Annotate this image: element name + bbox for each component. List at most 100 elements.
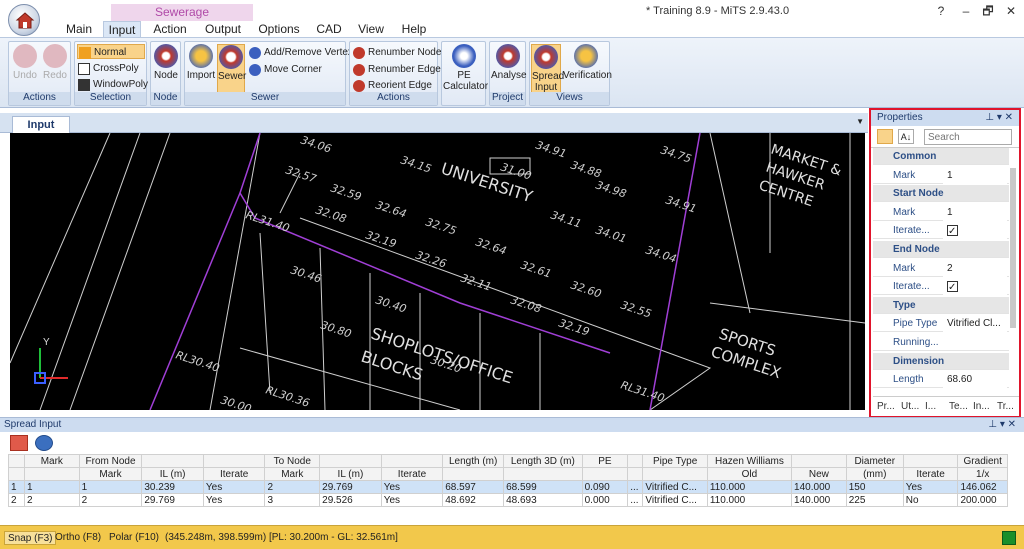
table-cell[interactable]: 1	[23, 480, 80, 494]
tab-input[interactable]: Input	[103, 21, 141, 38]
property-category[interactable]: Start Node	[873, 185, 1009, 203]
table-cell[interactable]: Yes	[380, 493, 444, 507]
tab-help[interactable]: Help	[396, 21, 432, 38]
node-button[interactable]: Node	[152, 44, 180, 81]
table-cell[interactable]: Yes	[380, 480, 444, 494]
cad-canvas[interactable]: 34.06 34.15 34.91 34.88 34.98 34.75 31.00 32.57…	[10, 133, 865, 410]
table-cell[interactable]: Yes	[902, 480, 959, 494]
reorient-edge-button[interactable]: Reorient Edge	[352, 78, 432, 93]
import-button[interactable]: Import	[186, 44, 216, 81]
table-cell[interactable]: 1	[8, 480, 25, 494]
table-cell[interactable]: 110.000	[706, 480, 793, 494]
property-row[interactable]: Iterate...	[873, 278, 1009, 299]
property-row[interactable]: Pipe Type Vitrified Cl...	[873, 315, 1009, 333]
tab-cad[interactable]: CAD	[312, 21, 346, 38]
properties-tab[interactable]: Te...	[949, 401, 968, 412]
restore-button[interactable]: 🗗	[977, 2, 999, 20]
property-category[interactable]: Dimension	[873, 352, 1009, 370]
table-cell[interactable]: 2	[78, 493, 143, 507]
property-row[interactable]: Mark 1	[873, 166, 1009, 184]
table-cell[interactable]: 146.062	[957, 480, 1008, 494]
checkbox-icon[interactable]	[947, 279, 958, 296]
table-cell[interactable]: 48.693	[503, 493, 583, 507]
help-button[interactable]: ?	[930, 2, 952, 20]
pin-close-icons[interactable]: ⊥ ▾ ✕	[985, 110, 1013, 126]
chevron-down-icon[interactable]: ▼	[856, 117, 864, 126]
properties-scrollbar[interactable]	[1010, 168, 1016, 328]
verification-button[interactable]: Verification	[563, 44, 612, 81]
properties-tab[interactable]: Ut...	[901, 401, 919, 412]
properties-search-input[interactable]	[924, 129, 1012, 145]
property-value[interactable]: 68.60	[943, 371, 1007, 389]
categorized-icon[interactable]	[877, 129, 893, 144]
property-category[interactable]: End Node	[873, 241, 1009, 258]
close-button[interactable]: ✕	[1000, 2, 1022, 20]
table-cell[interactable]: 225	[845, 493, 904, 507]
windowpoly-button[interactable]: WindowPoly	[77, 77, 148, 92]
table-cell[interactable]: 30.239	[141, 480, 204, 494]
properties-tab[interactable]: I...	[925, 401, 936, 412]
property-category[interactable]: Type	[873, 296, 1009, 314]
properties-tab[interactable]: Pr...	[877, 401, 895, 412]
property-value[interactable]: 1	[943, 166, 1007, 184]
table-cell[interactable]: 140.000	[791, 493, 847, 507]
app-menu-button[interactable]	[8, 4, 40, 36]
table-cell[interactable]: Vitrified C...	[642, 480, 708, 494]
properties-tab[interactable]: In...	[973, 401, 990, 412]
table-cell[interactable]: 0.090	[581, 480, 629, 494]
property-row[interactable]: Mark 2	[873, 259, 1009, 277]
table-cell[interactable]: 0.000	[581, 493, 629, 507]
property-value[interactable]: Vitrified Cl...	[943, 315, 1007, 333]
property-row[interactable]: Iterate...	[873, 222, 1009, 243]
ortho-toggle[interactable]: Ortho (F8)	[52, 531, 104, 545]
table-cell[interactable]: Yes	[202, 493, 266, 507]
normal-select-button[interactable]: Normal	[77, 44, 145, 59]
properties-tab[interactable]: Tr...	[997, 401, 1014, 412]
property-category[interactable]: Common	[873, 148, 1009, 165]
table-cell[interactable]: 68.599	[503, 480, 583, 494]
property-row[interactable]: Length 68.60	[873, 371, 1009, 389]
table-cell[interactable]: 2	[264, 480, 321, 494]
crosspoly-button[interactable]: CrossPoly	[77, 61, 139, 76]
polar-toggle[interactable]: Polar (F10)	[106, 531, 162, 545]
renumber-edge-button[interactable]: Renumber Edge	[352, 62, 441, 77]
table-cell[interactable]: 29.769	[319, 480, 382, 494]
redo-button[interactable]: Redo	[41, 44, 69, 81]
move-corner-button[interactable]: Move Corner	[248, 62, 322, 77]
property-value[interactable]: 2	[943, 259, 1007, 277]
table-cell[interactable]: 110.000	[706, 493, 793, 507]
minimize-button[interactable]: –	[955, 2, 977, 20]
property-value[interactable]: 1	[943, 203, 1007, 221]
property-row[interactable]: Running...	[873, 334, 1009, 351]
table-cell[interactable]: 29.526	[319, 493, 382, 507]
table-cell[interactable]: 48.692	[442, 493, 505, 507]
pin-close-icons[interactable]: ⊥ ▾ ✕	[988, 418, 1016, 432]
pe-calculator-button[interactable]: PE Calculator	[443, 44, 488, 92]
sewer-button[interactable]: Sewer	[217, 44, 246, 94]
remove-row-icon[interactable]	[10, 435, 28, 451]
table-cell[interactable]: 68.597	[442, 480, 505, 494]
spread-input-button[interactable]: Spread Input	[531, 44, 564, 94]
table-cell[interactable]: 2	[8, 493, 25, 507]
analyse-button[interactable]: Analyse	[491, 44, 527, 81]
table-cell[interactable]: 29.769	[141, 493, 204, 507]
undo-button[interactable]: Undo	[11, 44, 39, 81]
table-cell[interactable]: Yes	[202, 480, 266, 494]
table-cell[interactable]: 150	[845, 480, 904, 494]
table-cell[interactable]: 2	[23, 493, 80, 507]
tab-input-document[interactable]: Input	[12, 116, 70, 133]
table-cell[interactable]: Vitrified C...	[642, 493, 708, 507]
table-cell[interactable]: 1	[78, 480, 143, 494]
tab-view[interactable]: View	[354, 21, 388, 38]
table-cell[interactable]: ...	[627, 480, 644, 494]
table-row[interactable]: 1 1 1 30.239 Yes 2 29.769 Yes 68.597 68.599 0.090.…	[8, 480, 1008, 494]
table-cell[interactable]: 3	[264, 493, 321, 507]
table-cell[interactable]: 140.000	[791, 480, 847, 494]
column-settings-icon[interactable]	[35, 435, 54, 451]
table-cell[interactable]: ...	[627, 493, 644, 507]
add-remove-vertex-button[interactable]: Add/Remove Vertex	[248, 45, 353, 60]
snap-toggle[interactable]: Snap (F3)	[4, 531, 57, 545]
tab-options[interactable]: Options	[256, 21, 302, 38]
table-cell[interactable]: No	[902, 493, 959, 507]
table-cell[interactable]: 200.000	[957, 493, 1008, 507]
